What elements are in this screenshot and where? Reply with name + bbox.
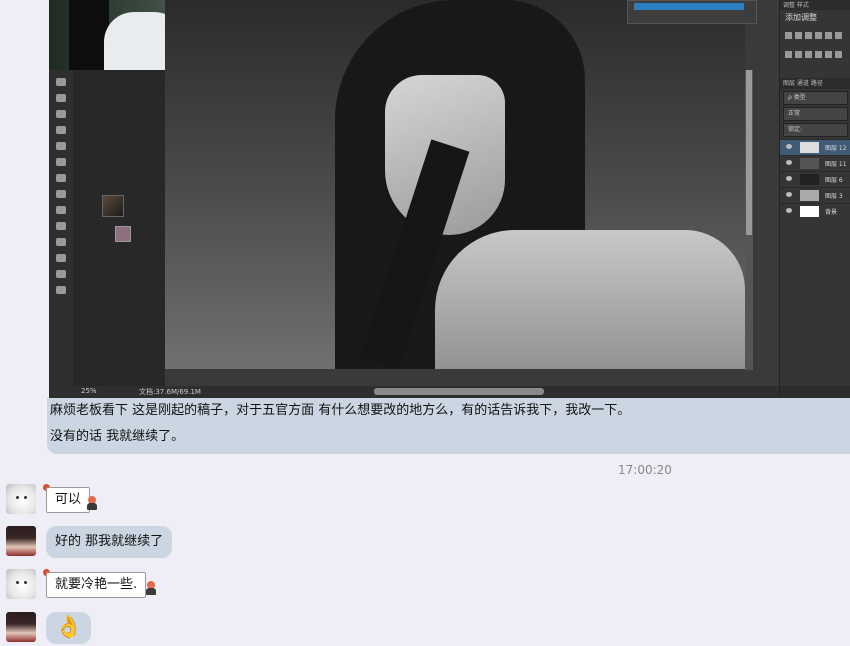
layer-row: 图层 11 bbox=[780, 155, 850, 171]
doll-sticker-icon bbox=[145, 581, 157, 595]
layer-row: 图层 12 bbox=[780, 139, 850, 155]
lock-row: 锁定: bbox=[783, 123, 848, 137]
layer-row: 图层 3 bbox=[780, 187, 850, 203]
horizontal-scrollbar-thumb bbox=[374, 388, 544, 395]
layers-panel: 图层 通道 路径 ρ 类型 正常 锁定: 图层 12 图层 11 图层 6 图层… bbox=[780, 78, 850, 219]
avatar[interactable] bbox=[6, 612, 36, 642]
blend-mode: 正常 bbox=[783, 107, 848, 121]
message-row: 就要冷艳一些. bbox=[0, 569, 850, 603]
avatar[interactable] bbox=[6, 526, 36, 556]
zoom-level: 25% bbox=[81, 387, 97, 395]
color-swatch bbox=[115, 226, 131, 242]
message-text-bubble[interactable]: 麻烦老板看下 这是刚起的稿子，对于五官方面 有什么想要改的地方么，有的话告诉我下… bbox=[47, 398, 850, 454]
vertical-scrollbar bbox=[745, 70, 753, 370]
message-line: 没有的话 我就继续了。 bbox=[50, 429, 185, 444]
document-info: 文档:37.6M/69.1M bbox=[139, 388, 201, 396]
painting-canvas bbox=[165, 0, 745, 369]
layers-tabs: 图层 通道 路径 bbox=[780, 78, 850, 89]
adjustment-icons bbox=[780, 25, 850, 69]
tools-panel bbox=[49, 70, 74, 386]
message-bubble[interactable]: 就要冷艳一些. bbox=[46, 572, 147, 598]
layers-footer bbox=[780, 386, 850, 398]
message-row: 好的 那我就继续了 bbox=[0, 526, 850, 560]
timestamp: 17:00:20 bbox=[618, 463, 672, 477]
message-bubble[interactable]: 可以 bbox=[46, 487, 91, 513]
color-swatch bbox=[102, 195, 124, 217]
message-line: 麻烦老板看下 这是刚起的稿子，对于五官方面 有什么想要改的地方么，有的话告诉我下… bbox=[50, 403, 631, 418]
message-row: 可以 bbox=[0, 484, 850, 518]
image-message[interactable]: 25% 文档:37.6M/69.1M 调整 样式 添加调整 图层 通道 路径 ρ… bbox=[49, 0, 850, 398]
status-bar: 25% 文档:37.6M/69.1M bbox=[49, 386, 779, 398]
layer-row: 图层 6 bbox=[780, 171, 850, 187]
adjust-title: 添加调整 bbox=[785, 13, 817, 22]
message-row: 👌 bbox=[0, 612, 850, 646]
avatar[interactable] bbox=[6, 484, 36, 514]
avatar[interactable] bbox=[6, 569, 36, 599]
ok-hand-emoji-bubble[interactable]: 👌 bbox=[46, 612, 92, 644]
layer-row: 背景 bbox=[780, 203, 850, 219]
right-panels: 调整 样式 添加调整 图层 通道 路径 ρ 类型 正常 锁定: 图层 12 图层… bbox=[779, 0, 850, 398]
doll-sticker-icon bbox=[86, 496, 98, 510]
adjust-tabs: 调整 样式 bbox=[780, 0, 850, 10]
brush-tool-panel bbox=[627, 0, 757, 24]
layer-filter: ρ 类型 bbox=[783, 91, 848, 105]
message-bubble[interactable]: 好的 那我就继续了 bbox=[46, 526, 173, 558]
